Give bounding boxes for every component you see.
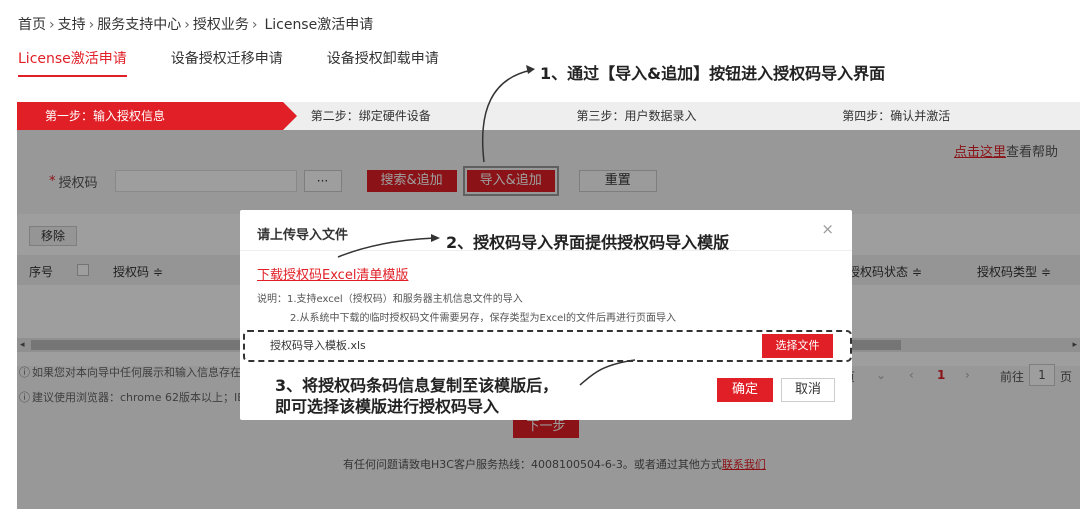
annotation-2: 2、授权码导入界面提供授权码导入模版 bbox=[446, 233, 730, 252]
arrow-1-head bbox=[526, 65, 535, 74]
dialog-description-1: 说明：1.支持excel（授权码）和服务器主机信息文件的导入 bbox=[257, 294, 523, 305]
tab-license-uninstall[interactable]: 设备授权卸载申请 bbox=[327, 46, 439, 78]
tab-license-migration[interactable]: 设备授权迁移申请 bbox=[171, 46, 283, 78]
tab-license-activation[interactable]: License激活申请 bbox=[18, 46, 127, 77]
breadcrumb-separator: › bbox=[49, 17, 55, 33]
close-icon[interactable]: × bbox=[821, 220, 834, 238]
breadcrumb-service-center[interactable]: 服务支持中心 bbox=[97, 17, 181, 33]
annotation-3-line-2: 即可选择该模版进行授权码导入 bbox=[275, 397, 500, 416]
tab-bar: License激活申请 设备授权迁移申请 设备授权卸载申请 bbox=[18, 46, 483, 78]
step-progress: 第一步：输入授权信息 第二步：绑定硬件设备 第三步：用户数据录入 第四步：确认并… bbox=[17, 102, 1080, 130]
step-2: 第二步：绑定硬件设备 bbox=[310, 109, 431, 123]
breadcrumb-home[interactable]: 首页 bbox=[18, 17, 46, 33]
breadcrumb-separator: › bbox=[88, 17, 95, 33]
step-3: 第三步：用户数据录入 bbox=[576, 109, 697, 123]
download-template-link[interactable]: 下载授权码Excel清单模版 bbox=[257, 264, 408, 283]
choose-file-button[interactable]: 选择文件 bbox=[762, 334, 833, 358]
breadcrumb-support[interactable]: 支持 bbox=[58, 17, 86, 33]
breadcrumb: 首页 › 支持 › 服务支持中心 › 授权业务 › License激活申请 bbox=[18, 14, 373, 34]
breadcrumb-separator: › bbox=[184, 17, 190, 33]
dialog-description-2: 2.从系统中下载的临时授权码文件需要另存，保存类型为Excel的文件后再进行页面… bbox=[290, 313, 677, 324]
breadcrumb-license-business[interactable]: 授权业务 bbox=[193, 17, 249, 33]
breadcrumb-current: License激活申请 bbox=[264, 17, 374, 33]
cancel-button[interactable]: 取消 bbox=[781, 378, 835, 402]
confirm-button[interactable]: 确定 bbox=[717, 378, 773, 402]
step-4: 第四步：确认并激活 bbox=[842, 109, 951, 123]
dialog-title: 请上传导入文件 bbox=[257, 228, 349, 243]
selected-file-name[interactable]: 授权码导入模板.xls bbox=[253, 334, 763, 358]
annotation-1: 1、通过【导入&追加】按钮进入授权码导入界面 bbox=[540, 64, 886, 83]
file-upload-row: 授权码导入模板.xls 选择文件 bbox=[253, 334, 837, 358]
step-1: 第一步：输入授权信息 bbox=[17, 102, 297, 130]
breadcrumb-separator: › bbox=[251, 17, 258, 33]
